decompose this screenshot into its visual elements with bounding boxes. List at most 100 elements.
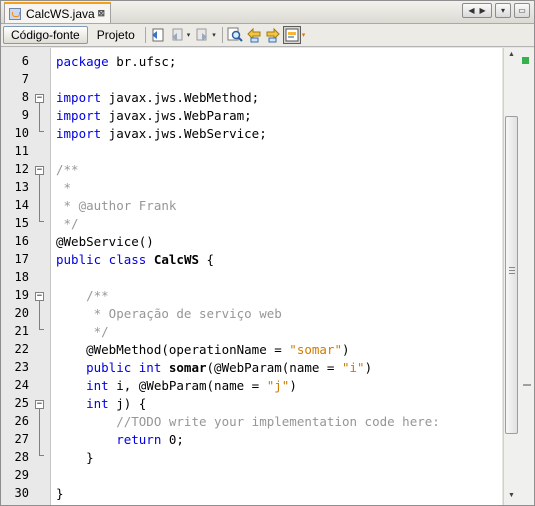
line-number: 6 [21,54,29,68]
class-name: CalcWS [146,252,199,267]
code-text: ) [289,378,297,393]
fold-method-body-icon[interactable]: − [35,400,44,409]
design-view-tab[interactable]: Projeto [90,26,142,44]
keyword: public int [56,360,162,375]
annotation-mark[interactable] [523,384,531,386]
line-number: 16 [14,234,29,248]
code-line-19[interactable]: /** [56,287,109,305]
find-previous-button[interactable] [245,26,263,44]
code-line-17[interactable]: public class CalcWS { [56,251,214,269]
scroll-left-icon[interactable]: ◀ [468,6,474,15]
find-next-button[interactable] [264,26,282,44]
fold-guide [39,409,40,455]
method-name: somar [161,360,207,375]
fold-imports-icon[interactable]: − [35,94,44,103]
scroll-up-icon[interactable]: ▲ [504,48,519,62]
code-text: j) { [108,396,147,411]
fold-end [39,329,44,330]
keyword: return [56,432,162,447]
fold-guide [39,103,40,131]
java-file-icon [9,7,21,20]
line-number: 18 [14,270,29,284]
scroll-right-icon[interactable]: ▶ [480,6,486,15]
code-text: javax.jws.WebParam; [101,108,252,123]
vertical-scrollbar[interactable]: ▲ ▼ [503,48,519,505]
code-editor[interactable]: package br.ufsc; import javax.jws.WebMet… [51,48,502,505]
magnifier-icon [227,27,243,42]
forward-button[interactable] [193,26,211,44]
show-opened-documents-button[interactable]: ▾ [495,3,511,18]
line-number: 27 [14,432,29,446]
code-line-26[interactable]: //TODO write your implementation code he… [56,413,440,431]
forward-history-dropdown[interactable]: ▾ [212,31,216,39]
find-previous-icon [247,27,261,43]
code-line-25[interactable]: int j) { [56,395,146,413]
scroll-tabs-button[interactable]: ◀ ▶ [462,3,492,18]
find-selection-button[interactable] [226,26,244,44]
string-literal: "somar" [289,342,342,357]
code-line-6[interactable]: package br.ufsc; [56,53,176,71]
code-line-10[interactable]: import javax.jws.WebService; [56,125,267,143]
code-line-8[interactable]: import javax.jws.WebMethod; [56,89,259,107]
code-line-20[interactable]: * Operação de serviço web [56,305,282,323]
scrollbar-thumb[interactable] [505,116,518,434]
fold-javadoc-icon[interactable]: − [35,166,44,175]
line-number-gutter: 6 7 8 9 10 11 12 13 14 15 16 17 18 19 20… [2,48,51,505]
code-line-22[interactable]: @WebMethod(operationName = "somar") [56,341,350,359]
file-tab-calcws[interactable]: CalcWS.java ⊠ [4,2,111,23]
editor-window: CalcWS.java ⊠ ◀ ▶ ▾ ▭ Código-fonte Proje… [0,0,535,506]
line-number: 12 [14,162,29,176]
back-icon [171,28,183,41]
code-line-9[interactable]: import javax.jws.WebParam; [56,107,252,125]
last-edit-button[interactable] [149,26,167,44]
code-line-12[interactable]: /** [56,161,79,179]
code-text: ) [341,342,350,357]
code-line-16[interactable]: @WebService() [56,233,154,251]
code-line-14[interactable]: * @author Frank [56,197,177,215]
line-number: 7 [21,72,29,86]
maximize-window-button[interactable]: ▭ [514,3,530,18]
code-line-21[interactable]: */ [56,323,109,341]
more-toolbar-dropdown[interactable]: ▾ [302,31,306,39]
code-line-24[interactable]: int i, @WebParam(name = "j") [56,377,297,395]
line-number: 14 [14,198,29,212]
code-line-13[interactable]: * [56,179,72,197]
find-next-icon [266,27,280,43]
code-line-30[interactable]: } [56,485,64,503]
no-errors-icon[interactable] [522,57,529,64]
fold-method-doc-icon[interactable]: − [35,292,44,301]
code-text: @WebMethod(operationName = [56,342,290,357]
line-number: 13 [14,180,29,194]
code-line-15[interactable]: */ [56,215,79,233]
code-line-23[interactable]: public int somar(@WebParam(name = "i") [56,359,372,377]
line-number: 30 [14,486,29,500]
toolbar-separator [144,27,146,43]
line-number: 20 [14,306,29,320]
line-number: 9 [21,108,29,122]
code-line-28[interactable]: } [56,449,94,467]
line-number: 10 [14,126,29,140]
toolbar-separator [221,27,223,43]
close-tab-icon[interactable]: ⊠ [97,8,105,19]
error-stripe[interactable] [519,48,534,505]
line-number: 19 [14,288,29,302]
scroll-down-icon[interactable]: ▼ [504,489,519,503]
line-number: 29 [14,468,29,482]
keyword: package [56,54,109,69]
line-number: 24 [14,378,29,392]
code-text: i, @WebParam(name = [108,378,267,393]
code-line-27[interactable]: return 0; [56,431,184,449]
back-button[interactable] [168,26,186,44]
source-view-tab[interactable]: Código-fonte [3,26,88,44]
line-number: 15 [14,216,29,230]
code-text: ) [364,360,373,375]
fold-end [39,131,44,132]
line-number: 21 [14,324,29,338]
maximize-icon: ▭ [518,6,526,15]
code-text: (@WebParam(name = [206,360,342,375]
code-text: br.ufsc; [108,54,177,69]
keyword: import [56,108,102,123]
toggle-highlight-search-button[interactable] [282,26,301,44]
code-text: 0; [161,432,184,447]
back-history-dropdown[interactable]: ▾ [187,31,191,39]
